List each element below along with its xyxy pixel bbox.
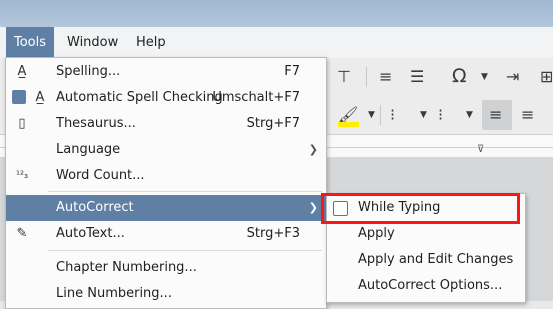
spell-check-icon: A̲ [35, 90, 45, 105]
thesaurus-icon: ▯ [18, 116, 26, 131]
chevron-right-icon: ❯ [308, 143, 318, 156]
menu-help[interactable]: Help [128, 27, 174, 58]
menu-item-shortcut: Strg+F3 [246, 226, 300, 241]
submenu-item-label: AutoCorrect Options... [358, 278, 503, 293]
menu-item-label: AutoText... [56, 226, 125, 241]
page-break-icon[interactable]: ≡ [379, 67, 392, 87]
menu-item-shortcut: Umschalt+F7 [212, 90, 300, 105]
highlight-color-swatch [338, 122, 359, 127]
submenu-item-autocorrect-options[interactable]: AutoCorrect Options... [327, 273, 525, 299]
window-titlebar [0, 0, 553, 27]
menu-item-shortcut: Strg+F7 [246, 116, 300, 131]
submenu-item-apply-and-edit-changes[interactable]: Apply and Edit Changes [327, 247, 525, 273]
menu-item-label: Language [56, 142, 121, 157]
menu-item-automatic-spell-checking[interactable]: A̲ Automatic Spell Checking Umschalt+F7 [6, 85, 326, 111]
menu-item-autotext[interactable]: ✎ AutoText... Strg+F3 [6, 221, 326, 247]
menu-item-line-numbering[interactable]: Line Numbering... [6, 281, 326, 307]
menu-item-word-count[interactable]: ¹²₃ Word Count... [6, 163, 326, 189]
autotext-icon: ✎ [16, 226, 28, 241]
footnote-icon[interactable]: ⊞ [540, 67, 553, 87]
submenu-item-label: Apply and Edit Changes [358, 252, 514, 267]
menu-window[interactable]: Window [59, 27, 126, 58]
hyperlink-icon[interactable]: ⇥ [506, 67, 519, 87]
spelling-icon: A̲ [17, 64, 27, 79]
chevron-down-icon[interactable]: ▼ [466, 105, 473, 125]
menu-item-language[interactable]: Language ❯ [6, 137, 326, 163]
tools-menu: A̲ Spelling... F7 A̲ Automatic Spell Che… [5, 57, 327, 309]
submenu-item-apply[interactable]: Apply [327, 221, 525, 247]
menu-item-label: Spelling... [56, 64, 121, 79]
submenu-item-label: Apply [358, 226, 395, 241]
chevron-down-icon[interactable]: ▼ [420, 105, 427, 125]
check-indicator [12, 90, 26, 104]
menu-item-spelling[interactable]: A̲ Spelling... F7 [6, 59, 326, 85]
annotation-highlight-box [321, 193, 520, 224]
menu-item-label: AutoCorrect [56, 200, 134, 215]
menu-item-label: Line Numbering... [56, 286, 172, 301]
menu-item-chapter-numbering[interactable]: Chapter Numbering... [6, 255, 326, 281]
toolbar-separator [380, 105, 381, 125]
ordered-list-icon[interactable]: ⁝ [438, 105, 443, 125]
menu-item-label: Thesaurus... [56, 116, 136, 131]
chevron-down-icon[interactable]: ▼ [368, 105, 375, 125]
special-character-icon[interactable]: Ω [452, 66, 467, 86]
chevron-right-icon: ❯ [308, 201, 318, 214]
align-left-icon: ≡ [489, 105, 503, 124]
menu-tools[interactable]: Tools [6, 27, 55, 58]
menubar: Tools Window Help [0, 27, 553, 59]
menu-item-autocorrect[interactable]: AutoCorrect ❯ [6, 195, 326, 221]
tab-stop-marker[interactable]: ⊽ [477, 144, 484, 155]
unordered-list-icon[interactable]: ⁝ [390, 105, 395, 125]
menu-item-shortcut: F7 [284, 64, 300, 79]
menu-item-label: Automatic Spell Checking [56, 90, 223, 105]
menu-item-label: Word Count... [56, 168, 145, 183]
menu-divider [48, 191, 322, 192]
menu-item-label: Chapter Numbering... [56, 260, 197, 275]
insert-field-icon[interactable]: ☰ [410, 67, 424, 87]
word-count-icon: ¹²₃ [15, 170, 29, 181]
menu-item-thesaurus[interactable]: ▯ Thesaurus... Strg+F7 [6, 111, 326, 137]
text-box-icon[interactable]: ⊤ [337, 67, 351, 87]
menu-divider [48, 250, 322, 251]
align-left-button[interactable]: ≡ [482, 100, 512, 130]
chevron-down-icon[interactable]: ▼ [481, 67, 488, 87]
align-center-icon[interactable]: ≡ [521, 105, 534, 125]
toolbar-separator [366, 67, 367, 87]
